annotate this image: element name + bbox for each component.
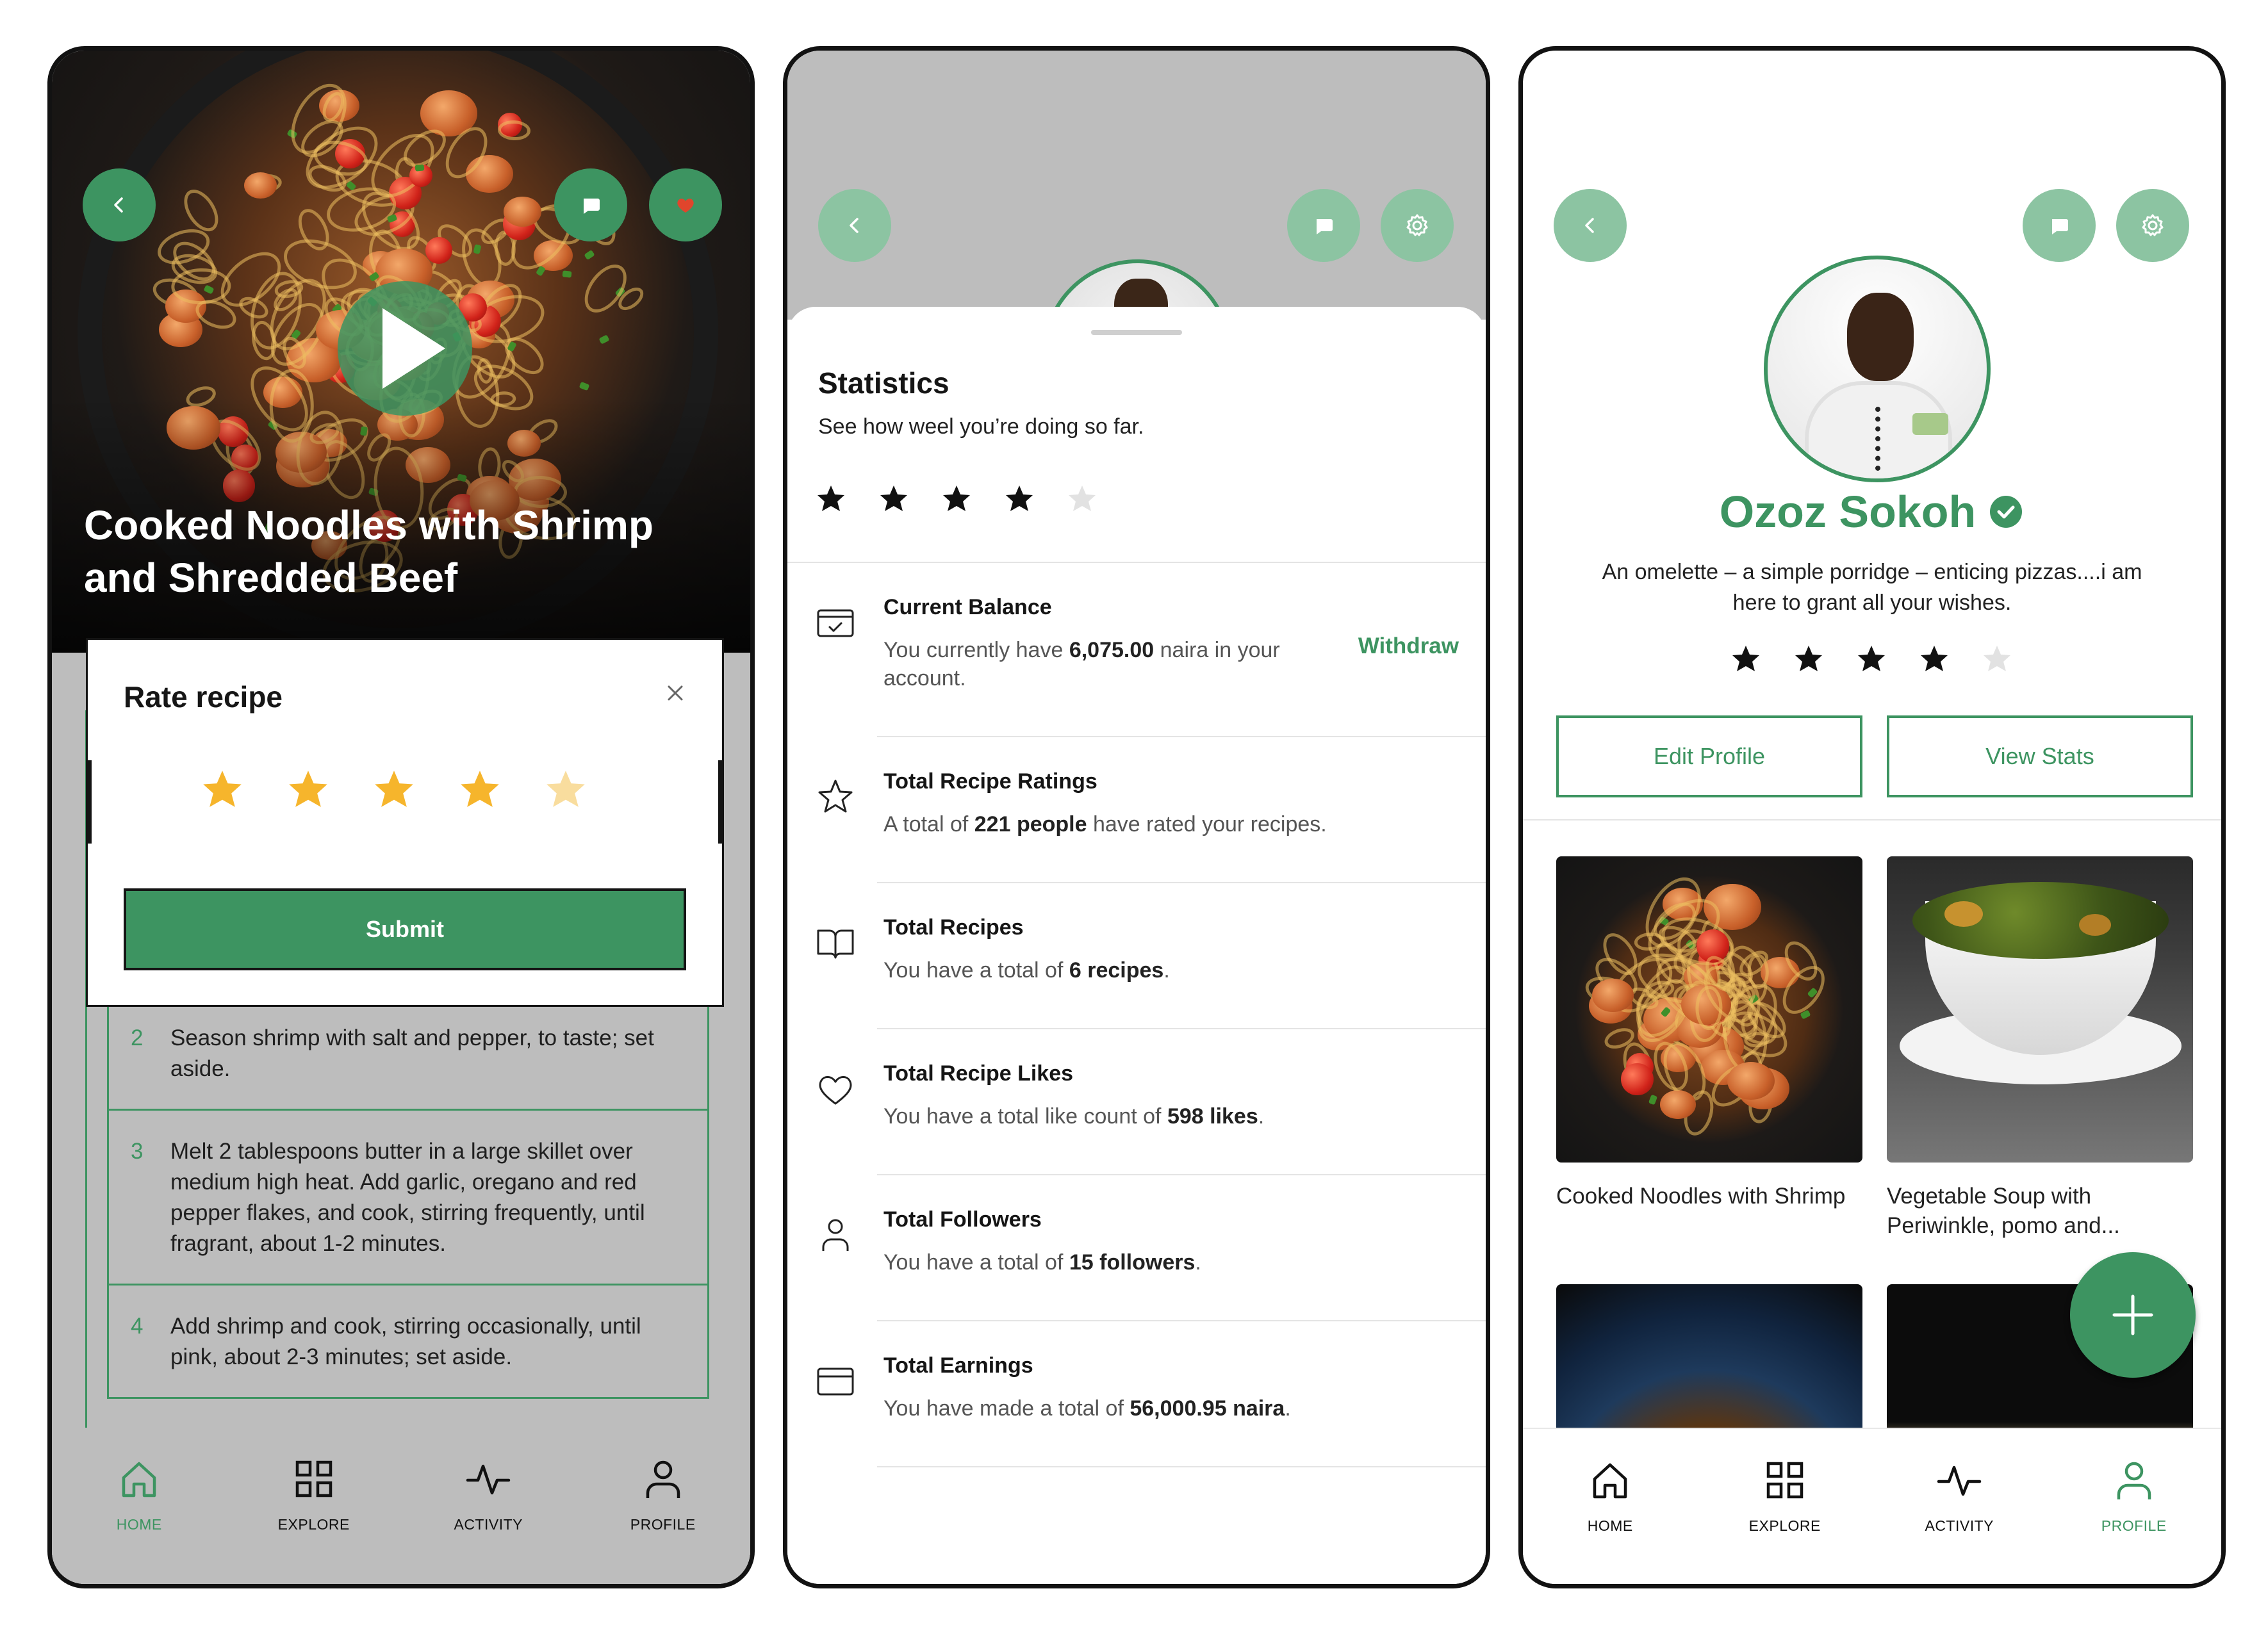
book-icon — [817, 929, 854, 959]
withdraw-button[interactable]: Withdraw — [1358, 633, 1459, 659]
star-icon — [1795, 646, 1822, 671]
activity-icon — [1937, 1465, 1982, 1496]
recipes-row: Total Recipes You have a total of 6 reci… — [787, 883, 1486, 1029]
star-icon — [880, 486, 907, 511]
user-icon — [646, 1460, 680, 1498]
star-icon — [1732, 646, 1759, 671]
star-icon[interactable] — [201, 768, 244, 812]
profile-bio: An omelette – a simple porridge – entici… — [1602, 560, 2142, 615]
recipe-thumbnail — [1556, 856, 1862, 1163]
star-icon — [1006, 486, 1033, 511]
add-recipe-button[interactable] — [2070, 1252, 2196, 1378]
followers-row: Total Followers You have a total of 15 f… — [787, 1175, 1486, 1321]
plus-icon — [2112, 1294, 2153, 1335]
home-icon — [122, 1462, 156, 1497]
rating-stars — [1730, 644, 2012, 674]
bottom-tab-bar: HOME EXPLORE ACTIVITY PROFILE — [52, 1428, 750, 1584]
step-item: 3 Melt 2 tablespoons butter in a large s… — [107, 1111, 709, 1285]
star-icon — [1984, 646, 2010, 671]
profile-screen: Ozoz Sokoh An omelette – a simple porrid… — [1518, 46, 2226, 1588]
earnings-row: Total Earnings You have made a total of … — [787, 1321, 1486, 1467]
home-icon — [1593, 1463, 1627, 1499]
ratings-row: Total Recipe Ratings A total of 221 peop… — [787, 737, 1486, 883]
star-icon[interactable] — [372, 768, 416, 812]
tab-profile[interactable]: PROFILE — [586, 1453, 740, 1533]
recipe-title: Cooked Noodles with Shrimp and Shredded … — [84, 502, 653, 601]
back-button[interactable] — [818, 189, 891, 262]
instruction-steps: 2 Season shrimp with salt and pepper, to… — [107, 997, 709, 1399]
star-icon[interactable] — [458, 768, 502, 812]
star-icon — [818, 486, 844, 511]
play-icon — [382, 308, 445, 389]
tab-explore[interactable]: EXPLORE — [237, 1453, 391, 1533]
grid-icon — [1766, 1462, 1803, 1499]
star-icon — [943, 486, 970, 511]
close-icon[interactable] — [659, 677, 691, 709]
star-icon — [1858, 646, 1885, 671]
tab-explore[interactable]: EXPLORE — [1708, 1455, 1862, 1535]
messages-button[interactable] — [1287, 189, 1360, 262]
chat-icon — [1317, 219, 1333, 234]
statistics-sheet: Statistics See how weel you’re doing so … — [787, 307, 1486, 1584]
balance-row: Current Balance You currently have 6,075… — [787, 563, 1486, 737]
chevron-left-icon — [1585, 218, 1594, 233]
back-button[interactable] — [1554, 189, 1627, 262]
user-icon — [2117, 1462, 2151, 1499]
verified-badge-icon — [1990, 496, 2023, 528]
star-icon — [1069, 486, 1096, 511]
tab-profile[interactable]: PROFILE — [2057, 1455, 2211, 1535]
rate-recipe-modal: Rate recipe Submit — [88, 640, 722, 1005]
submit-button[interactable]: Submit — [124, 888, 686, 970]
statistics-title: Statistics — [818, 366, 949, 400]
modal-title: Rate recipe — [124, 680, 283, 714]
comments-button[interactable] — [554, 168, 627, 241]
like-button[interactable] — [649, 168, 722, 241]
gear-icon — [1406, 214, 1428, 236]
recipe-card[interactable]: Cooked Noodles with Shrimp — [1556, 856, 1862, 1211]
back-button[interactable] — [83, 168, 156, 241]
tab-home[interactable]: HOME — [1533, 1455, 1687, 1535]
tab-home[interactable]: HOME — [62, 1453, 216, 1533]
star-icon[interactable] — [544, 768, 588, 812]
edit-profile-button[interactable]: Edit Profile — [1556, 715, 1862, 797]
star-icon[interactable] — [286, 768, 330, 812]
bottom-tab-bar: HOME EXPLORE ACTIVITY PROFILE — [1523, 1428, 2221, 1584]
chevron-left-icon — [114, 197, 123, 213]
step-item: 2 Season shrimp with salt and pepper, to… — [107, 997, 709, 1111]
chevron-left-icon — [850, 218, 859, 233]
chat-icon — [2052, 219, 2068, 234]
play-video-button[interactable] — [338, 281, 472, 416]
grid-icon — [295, 1460, 332, 1497]
avatar — [1764, 256, 1991, 482]
card-icon — [817, 1367, 854, 1396]
star-outline-icon — [818, 779, 853, 813]
messages-button[interactable] — [2023, 189, 2096, 262]
tab-activity[interactable]: ACTIVITY — [1882, 1455, 2036, 1535]
heart-icon — [819, 1076, 852, 1105]
recipe-thumbnail — [1887, 856, 2193, 1163]
activity-icon — [466, 1464, 511, 1495]
user-icon — [822, 1219, 849, 1251]
view-stats-button[interactable]: View Stats — [1887, 715, 2193, 797]
rating-stars — [816, 484, 1097, 514]
gear-icon — [2142, 214, 2164, 236]
settings-button[interactable] — [2116, 189, 2189, 262]
settings-button[interactable] — [1381, 189, 1454, 262]
profile-name: Ozoz Sokoh — [1719, 487, 1976, 537]
statistics-screen: Statistics See how weel you’re doing so … — [783, 46, 1490, 1588]
card-check-icon — [817, 609, 854, 637]
recipe-card[interactable]: Vegetable Soup with Periwinkle, pomo and… — [1887, 856, 2193, 1241]
statistics-subtitle: See how weel you’re doing so far. — [818, 414, 1144, 439]
heart-filled-icon — [677, 199, 694, 213]
drag-handle[interactable] — [1091, 330, 1182, 335]
rating-input — [201, 768, 588, 812]
star-icon — [1921, 646, 1948, 671]
likes-row: Total Recipe Likes You have a total like… — [787, 1029, 1486, 1175]
tab-activity[interactable]: ACTIVITY — [411, 1453, 565, 1533]
recipe-screen: Cooked Noodles with Shrimp and Shredded … — [47, 46, 755, 1588]
chat-icon — [584, 199, 600, 214]
step-item: 4 Add shrimp and cook, stirring occasion… — [107, 1285, 709, 1399]
recipe-hero-image: Cooked Noodles with Shrimp and Shredded … — [52, 51, 750, 653]
statistics-list: Current Balance You currently have 6,075… — [787, 563, 1486, 1467]
